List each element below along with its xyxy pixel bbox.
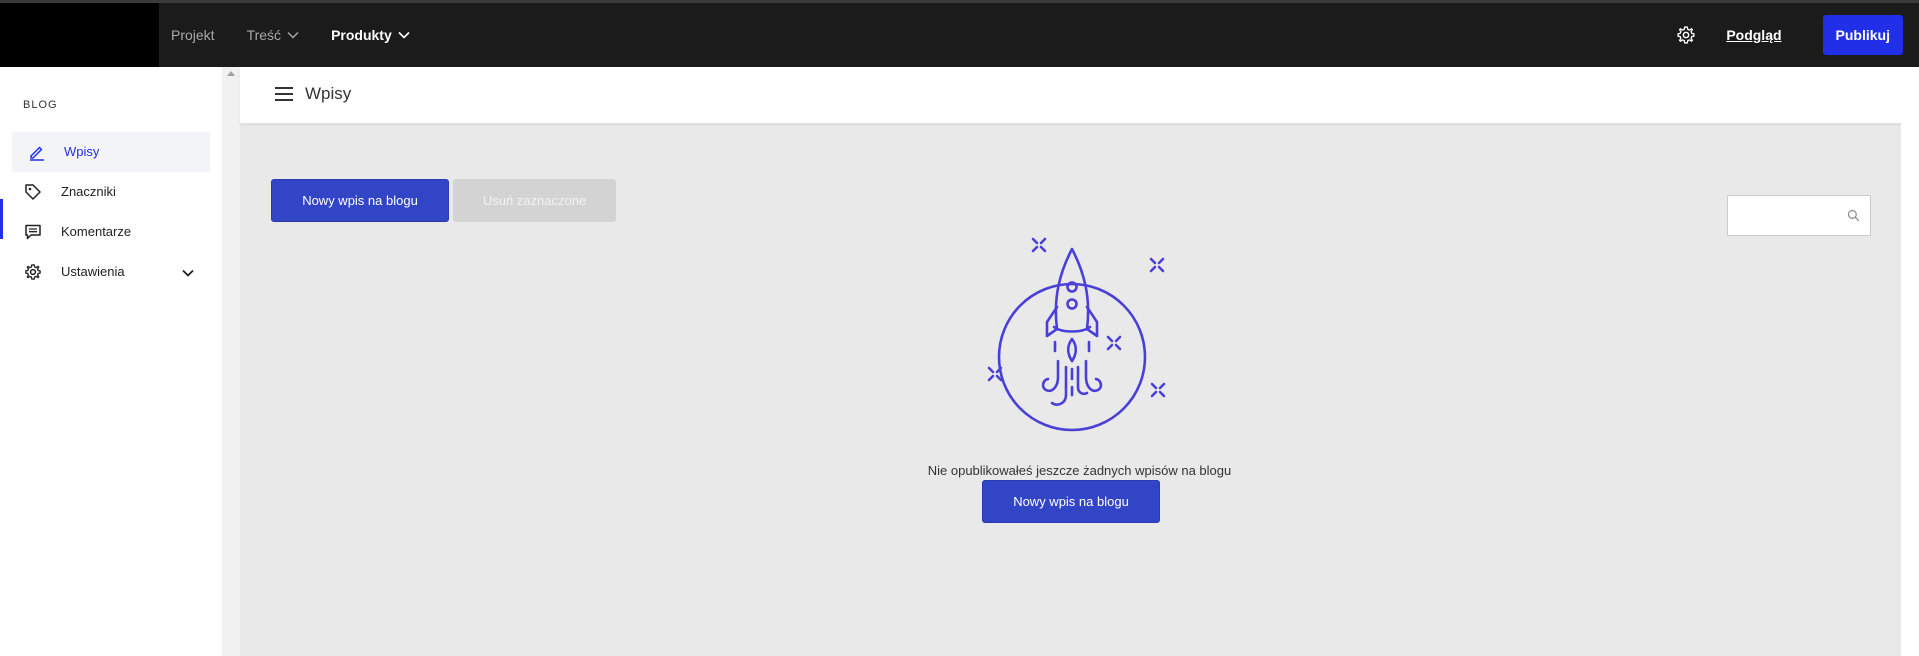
pencil-icon (30, 146, 44, 161)
publish-button[interactable]: Publikuj (1822, 15, 1903, 55)
topnav-projekt-label: Projekt (171, 27, 215, 43)
search-input[interactable] (1728, 196, 1846, 235)
page-title: Wpisy (305, 84, 352, 103)
topnav-tresc-label: Treść (246, 27, 282, 43)
right-scroll-edge (1901, 67, 1919, 656)
sidebar: BLOG Wpisy Znaczniki Komentarze Ustawien… (0, 67, 222, 656)
tag-icon (25, 184, 41, 200)
sidebar-item-label: Komentarze (61, 224, 132, 239)
page-header: Wpisy (240, 67, 1919, 123)
empty-state-message: Nie opublikowałeś jeszcze żadnych wpisów… (927, 463, 1232, 478)
empty-state-new-post-button[interactable]: Nowy wpis na blogu (982, 480, 1160, 523)
scroll-up-arrow[interactable] (227, 71, 235, 76)
sidebar-item-znaczniki[interactable]: Znaczniki (0, 172, 210, 212)
main-content: Wpisy Nowy wpis na blogu Usuń zaznaczone (240, 67, 1919, 656)
sidebar-heading: BLOG (23, 99, 58, 111)
chevron-down-icon (287, 32, 299, 39)
search-box (1727, 195, 1871, 236)
chevron-down-icon (398, 31, 410, 39)
new-post-button[interactable]: Nowy wpis na blogu (271, 179, 449, 222)
top-bar: Projekt Treść Produkty Podgląd Publikuj (0, 0, 1919, 67)
topnav-produkty[interactable]: Produkty (331, 27, 410, 43)
sidebar-item-label: Znaczniki (61, 184, 116, 199)
delete-selected-button[interactable]: Usuń zaznaczone (453, 179, 616, 222)
rocket-illustration (987, 237, 1166, 432)
chevron-down-icon[interactable] (180, 265, 196, 281)
sidebar-item-komentarze[interactable]: Komentarze (0, 212, 210, 252)
gear-icon (25, 264, 41, 280)
comment-icon (25, 224, 41, 240)
gear-icon[interactable] (1676, 25, 1696, 45)
topnav-produkty-label: Produkty (331, 27, 392, 43)
sidebar-scrollbar[interactable] (222, 67, 240, 656)
preview-link[interactable]: Podgląd (1726, 27, 1781, 43)
sidebar-item-label: Ustawienia (61, 264, 125, 279)
top-nav: Projekt Treść Produkty (171, 3, 442, 67)
hamburger-menu-icon[interactable] (274, 85, 294, 103)
top-actions: Podgląd Publikuj (1676, 3, 1903, 67)
sidebar-item-wpisy[interactable]: Wpisy (12, 132, 210, 172)
sidebar-item-ustawienia[interactable]: Ustawienia (0, 252, 210, 292)
topnav-projekt[interactable]: Projekt (171, 27, 215, 43)
sidebar-item-label: Wpisy (64, 144, 100, 159)
logo[interactable] (0, 3, 159, 67)
search-icon[interactable] (1847, 209, 1860, 222)
topnav-tresc[interactable]: Treść (247, 27, 299, 43)
